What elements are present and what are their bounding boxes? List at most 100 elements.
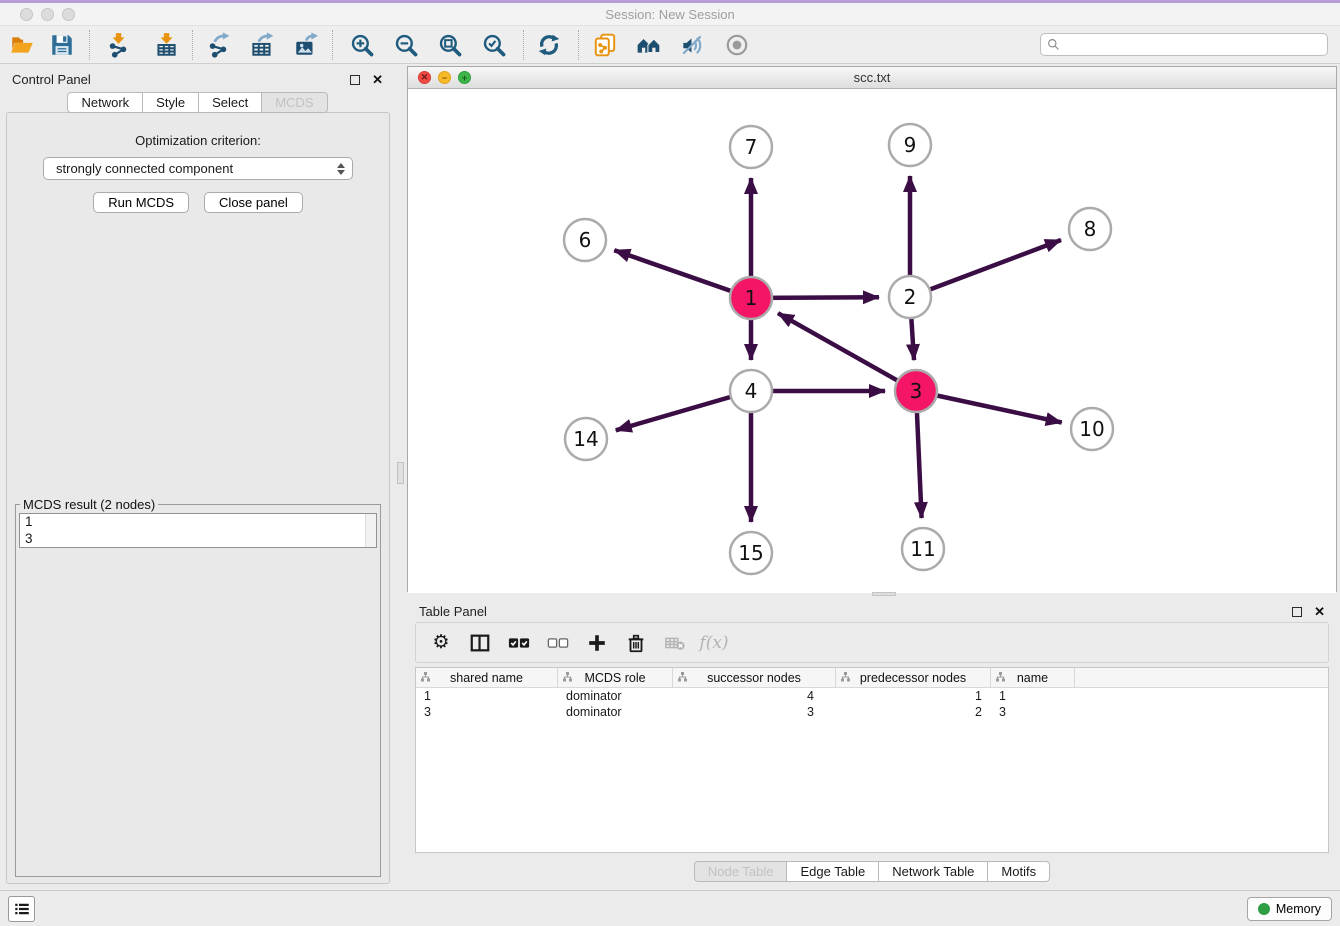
- graph-node-2[interactable]: 2: [889, 276, 931, 318]
- function-builder-icon: f(x): [702, 631, 726, 655]
- mcds-result-item[interactable]: 1: [20, 514, 376, 531]
- toolbar-separator: [523, 30, 524, 60]
- vertical-splitter[interactable]: [395, 64, 407, 890]
- column-header-name[interactable]: name: [991, 668, 1075, 687]
- zoom-in-icon[interactable]: [348, 31, 376, 59]
- table-cell[interactable]: 3: [991, 705, 1075, 719]
- export-image-icon[interactable]: [292, 31, 320, 59]
- table-cell[interactable]: dominator: [558, 705, 673, 719]
- table-cell[interactable]: dominator: [558, 689, 673, 703]
- graph-node-10[interactable]: 10: [1071, 408, 1113, 450]
- run-mcds-button[interactable]: Run MCDS: [93, 192, 189, 213]
- table-panel: Table Panel ✕ ⚙: [407, 596, 1337, 890]
- column-header-successor-nodes[interactable]: successor nodes: [673, 668, 836, 687]
- clone-network-icon[interactable]: [591, 31, 619, 59]
- graph-node-1[interactable]: 1: [730, 277, 772, 319]
- import-table-icon[interactable]: [152, 31, 180, 59]
- table-cell[interactable]: 1: [836, 689, 991, 703]
- select-all-rows-icon[interactable]: [507, 631, 531, 655]
- network-canvas[interactable]: 1 2 3 4 6 7 8 9 10 11 14 15: [408, 89, 1336, 593]
- table-tabs-strip: Node TableEdge TableNetwork TableMotifs: [407, 853, 1337, 890]
- horizontal-splitter[interactable]: [407, 592, 1337, 596]
- task-history-button[interactable]: [8, 896, 35, 922]
- table-settings-gear-icon[interactable]: ⚙: [429, 631, 453, 655]
- graph-node-3[interactable]: 3: [895, 370, 937, 412]
- tab-mcds[interactable]: MCDS: [262, 92, 327, 113]
- graph-node-14[interactable]: 14: [565, 418, 607, 460]
- graph-edge-2-8[interactable]: [910, 240, 1061, 297]
- graph-edge-3-10[interactable]: [916, 391, 1062, 423]
- delete-column-trash-icon[interactable]: [624, 631, 648, 655]
- tab-style[interactable]: Style: [143, 92, 199, 113]
- table-cell[interactable]: 3: [416, 705, 558, 719]
- svg-text:9: 9: [904, 133, 917, 157]
- memory-label: Memory: [1276, 902, 1321, 916]
- svg-text:6: 6: [579, 228, 592, 252]
- memory-button[interactable]: Memory: [1247, 897, 1332, 921]
- tab-node-table[interactable]: Node Table: [694, 861, 788, 882]
- graph-node-7[interactable]: 7: [730, 126, 772, 168]
- float-panel-icon[interactable]: [1292, 607, 1302, 617]
- import-network-icon[interactable]: [104, 31, 132, 59]
- result-scrollbar[interactable]: [365, 514, 376, 547]
- add-column-icon[interactable]: [585, 631, 609, 655]
- column-header-predecessor-nodes[interactable]: predecessor nodes: [836, 668, 991, 687]
- graph-node-8[interactable]: 8: [1069, 208, 1111, 250]
- svg-text:10: 10: [1079, 417, 1104, 441]
- deselect-all-rows-icon[interactable]: [546, 631, 570, 655]
- network-minimize-button[interactable]: −: [438, 71, 451, 84]
- optimization-select-value: strongly connected component: [56, 161, 337, 176]
- table-toolbar: ⚙: [415, 622, 1329, 663]
- table-cell[interactable]: 3: [673, 705, 836, 719]
- bird-eye-icon[interactable]: [723, 31, 751, 59]
- control-panel: Control Panel ✕ NetworkStyleSelectMCDS O…: [0, 64, 395, 890]
- optimization-select[interactable]: strongly connected component: [43, 157, 353, 180]
- zoom-selected-icon[interactable]: [480, 31, 508, 59]
- table-row[interactable]: 3dominator323: [416, 704, 1328, 720]
- export-table-icon[interactable]: [248, 31, 276, 59]
- table-cell[interactable]: 4: [673, 689, 836, 703]
- toolbar-separator: [192, 30, 193, 60]
- network-close-button[interactable]: ✕: [418, 71, 431, 84]
- table-header-row: shared nameMCDS rolesuccessor nodesprede…: [416, 668, 1328, 688]
- column-header-mcds-role[interactable]: MCDS role: [558, 668, 673, 687]
- graph-node-11[interactable]: 11: [902, 528, 944, 570]
- close-panel-button[interactable]: Close panel: [204, 192, 303, 213]
- graph-node-15[interactable]: 15: [730, 532, 772, 574]
- search-input[interactable]: [1064, 38, 1321, 52]
- splitter-handle[interactable]: [872, 592, 896, 596]
- show-columns-icon[interactable]: [468, 631, 492, 655]
- splitter-handle[interactable]: [397, 462, 404, 484]
- close-panel-icon[interactable]: ✕: [1314, 607, 1325, 617]
- zoom-fit-icon[interactable]: [436, 31, 464, 59]
- tab-edge-table[interactable]: Edge Table: [787, 861, 879, 882]
- graph-edge-3-1[interactable]: [778, 313, 916, 391]
- table-panel-title: Table Panel: [419, 604, 487, 619]
- zoom-out-icon[interactable]: [392, 31, 420, 59]
- table-cell[interactable]: 1: [416, 689, 558, 703]
- table-cell[interactable]: 1: [991, 689, 1075, 703]
- graph-node-9[interactable]: 9: [889, 124, 931, 166]
- hide-details-icon[interactable]: [678, 31, 706, 59]
- table-row[interactable]: 1dominator411: [416, 688, 1328, 704]
- svg-text:1: 1: [745, 286, 758, 310]
- tab-motifs[interactable]: Motifs: [988, 861, 1050, 882]
- tab-network[interactable]: Network: [67, 92, 143, 113]
- refresh-icon[interactable]: [535, 31, 563, 59]
- close-panel-icon[interactable]: ✕: [372, 75, 383, 85]
- open-file-icon[interactable]: [8, 31, 36, 59]
- graph-node-6[interactable]: 6: [564, 219, 606, 261]
- save-session-icon[interactable]: [48, 31, 76, 59]
- float-panel-icon[interactable]: [350, 75, 360, 85]
- export-network-icon[interactable]: [204, 31, 232, 59]
- graph-node-4[interactable]: 4: [730, 370, 772, 412]
- home-layout-icon[interactable]: [635, 31, 663, 59]
- delete-table-icon: [663, 631, 687, 655]
- network-window-title: scc.txt: [408, 70, 1336, 85]
- network-maximize-button[interactable]: +: [458, 71, 471, 84]
- tab-select[interactable]: Select: [199, 92, 262, 113]
- table-cell[interactable]: 2: [836, 705, 991, 719]
- column-header-shared-name[interactable]: shared name: [416, 668, 558, 687]
- tab-network-table[interactable]: Network Table: [879, 861, 988, 882]
- mcds-result-item[interactable]: 3: [20, 531, 376, 548]
